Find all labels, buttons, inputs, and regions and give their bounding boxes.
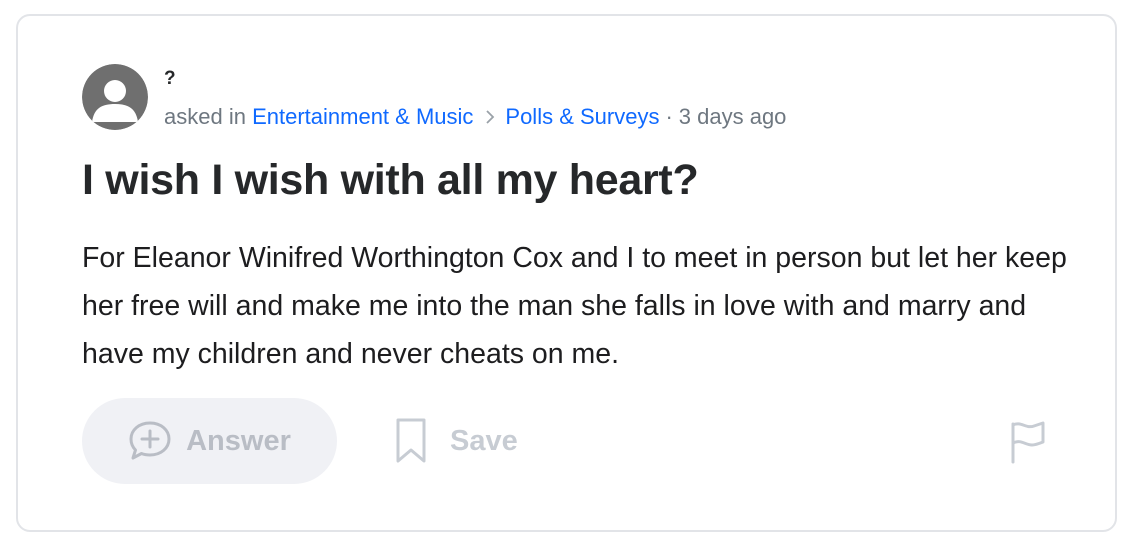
question-title: I wish I wish with all my heart? xyxy=(82,156,699,204)
answer-button[interactable]: Answer xyxy=(82,398,337,484)
bookmark-icon xyxy=(396,418,426,463)
question-meta: asked in Entertainment & Music Polls & S… xyxy=(164,104,786,130)
chevron-right-icon xyxy=(486,110,495,124)
asked-in-label: asked in xyxy=(164,104,246,129)
answer-button-label: Answer xyxy=(186,424,291,457)
question-actions: Answer Save xyxy=(82,396,1062,486)
question-card: ? asked in Entertainment & Music Polls &… xyxy=(16,14,1117,532)
add-comment-icon xyxy=(129,421,171,460)
author-name[interactable]: ? xyxy=(164,68,176,90)
subcategory-link[interactable]: Polls & Surveys xyxy=(505,104,659,130)
question-time: 3 days ago xyxy=(678,104,787,129)
default-user-avatar-icon xyxy=(82,64,148,130)
category-link[interactable]: Entertainment & Music xyxy=(252,104,473,130)
report-button[interactable] xyxy=(1008,420,1048,464)
save-button[interactable]: Save xyxy=(394,398,518,484)
flag-icon xyxy=(1011,421,1045,464)
question-body: For Eleanor Winifred Worthington Cox and… xyxy=(82,242,1067,370)
save-button-label: Save xyxy=(450,424,518,457)
meta-separator: · xyxy=(665,104,673,129)
author-avatar[interactable] xyxy=(82,64,148,130)
